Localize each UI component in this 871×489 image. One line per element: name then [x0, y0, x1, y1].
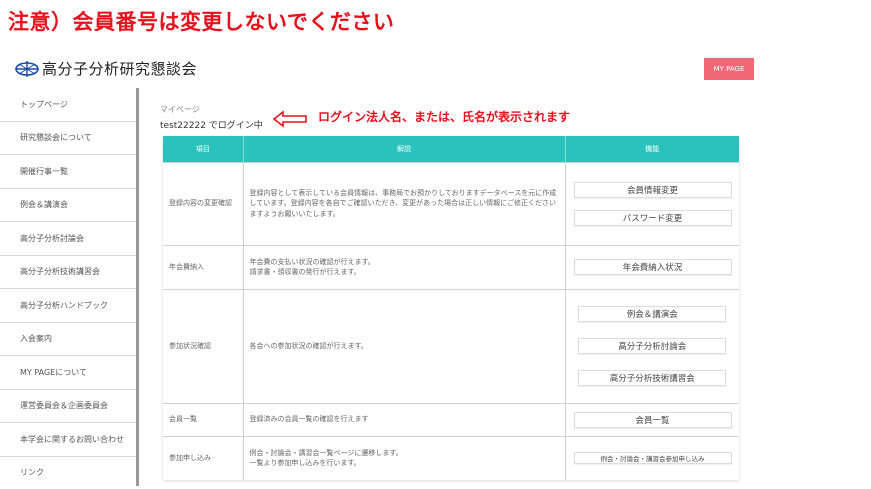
mypage-table: 項目 解説 機能 登録内容の変更確認 登録内容として表示している会員情報は、事務…: [163, 136, 739, 480]
row-item: 参加申し込み: [163, 435, 244, 480]
sidebar-nav: トップページ 研究懇談会について 開催行事一覧 例会＆講演会 高分子分析討論会 …: [0, 88, 138, 489]
sidebar-item-meetings[interactable]: 例会＆講演会: [0, 189, 138, 222]
table-row: 参加申し込み 例会・討論会・講習会一覧ページに遷移します。 一覧より参加申し込み…: [163, 435, 739, 480]
header-item: 項目: [163, 136, 244, 162]
row-item: 会員一覧: [163, 402, 244, 436]
row-actions: 年会費納入状況: [565, 244, 739, 289]
row-actions: 例会＆講演会 高分子分析討論会 高分子分析技術講習会: [565, 288, 739, 403]
sidebar-divider: [136, 88, 139, 486]
table-row: 年会費納入 年会費の支払い状況の確認が行えます。 請求書・領収書の発行が行えます…: [163, 244, 739, 289]
org-name: 高分子分析研究懇談会: [42, 60, 198, 78]
symposium-participation-button[interactable]: 高分子分析討論会: [578, 338, 727, 354]
sidebar-item-handbook[interactable]: 高分子分析ハンドブック: [0, 289, 138, 323]
notice-banner: 注意）会員番号は変更しないでください: [8, 10, 395, 34]
row-item: 登録内容の変更確認: [163, 161, 244, 245]
row-description: 例会・討論会・講習会一覧ページに遷移します。 一覧より参加申し込みを行います。: [243, 435, 566, 480]
sidebar-item-symposium[interactable]: 高分子分析討論会: [0, 222, 138, 256]
training-participation-button[interactable]: 高分子分析技術講習会: [578, 370, 727, 386]
row-description: 登録内容として表示している会員情報は、事務局でお預かりしておりますデータベースを…: [243, 161, 566, 245]
logo-emblem-icon: [15, 60, 39, 77]
row-description: 登録済みの会員一覧の確認を行えます: [243, 402, 566, 436]
row-item: 年会費納入: [163, 244, 244, 289]
row-actions: 例会・討論会・講習会参加申し込み: [565, 435, 739, 480]
table-header-row: 項目 解説 機能: [163, 136, 739, 162]
event-registration-button[interactable]: 例会・討論会・講習会参加申し込み: [573, 452, 732, 465]
sidebar-item-committee[interactable]: 運営委員会＆企画委員会: [0, 390, 138, 423]
row-description: 年会費の支払い状況の確認が行えます。 請求書・領収書の発行が行えます。: [243, 244, 566, 289]
login-status: test22222 でログイン中: [160, 121, 263, 131]
table-row: 参加状況確認 各会への参加状況の確認が行えます。 例会＆講演会 高分子分析討論会…: [163, 288, 739, 403]
table-row: 登録内容の変更確認 登録内容として表示している会員情報は、事務局でお預かりしてお…: [163, 161, 739, 245]
row-actions: 会員情報変更 パスワード変更: [565, 161, 739, 245]
site-logo[interactable]: 高分子分析研究懇談会: [14, 58, 197, 79]
main-content: マイページ test22222 でログイン中 ログイン法人名、または、氏名が表示…: [160, 104, 750, 131]
password-change-button[interactable]: パスワード変更: [573, 209, 732, 226]
member-info-change-button[interactable]: 会員情報変更: [573, 181, 732, 198]
sidebar-item-links[interactable]: リンク: [0, 457, 138, 489]
sidebar-item-about[interactable]: 研究懇談会について: [0, 122, 138, 155]
row-item: 参加状況確認: [163, 288, 244, 403]
sidebar-item-top[interactable]: トップページ: [0, 88, 138, 122]
annual-fee-status-button[interactable]: 年会費納入状況: [573, 259, 732, 275]
row-actions: 会員一覧: [565, 402, 739, 436]
sidebar-item-events[interactable]: 開催行事一覧: [0, 155, 138, 189]
row-description: 各会への参加状況の確認が行えます。: [243, 288, 566, 403]
site-header: 高分子分析研究懇談会 MY PAGE: [14, 58, 754, 82]
header-description: 解説: [243, 136, 566, 162]
left-arrow-icon: [272, 110, 307, 128]
member-list-button[interactable]: 会員一覧: [573, 411, 732, 428]
sidebar-item-contact[interactable]: 本学会に関するお問い合わせ: [0, 423, 138, 457]
sidebar-item-about-mypage[interactable]: MY PAGEについて: [0, 356, 138, 390]
table-row: 会員一覧 登録済みの会員一覧の確認を行えます 会員一覧: [163, 402, 739, 436]
sidebar-item-training[interactable]: 高分子分析技術講習会: [0, 256, 138, 289]
annotation-text: ログイン法人名、または、氏名が表示されます: [318, 110, 571, 124]
sidebar-item-join[interactable]: 入会案内: [0, 323, 138, 356]
meetings-participation-button[interactable]: 例会＆講演会: [578, 306, 727, 322]
mypage-button[interactable]: MY PAGE: [704, 58, 754, 80]
header-function: 機能: [565, 136, 739, 162]
